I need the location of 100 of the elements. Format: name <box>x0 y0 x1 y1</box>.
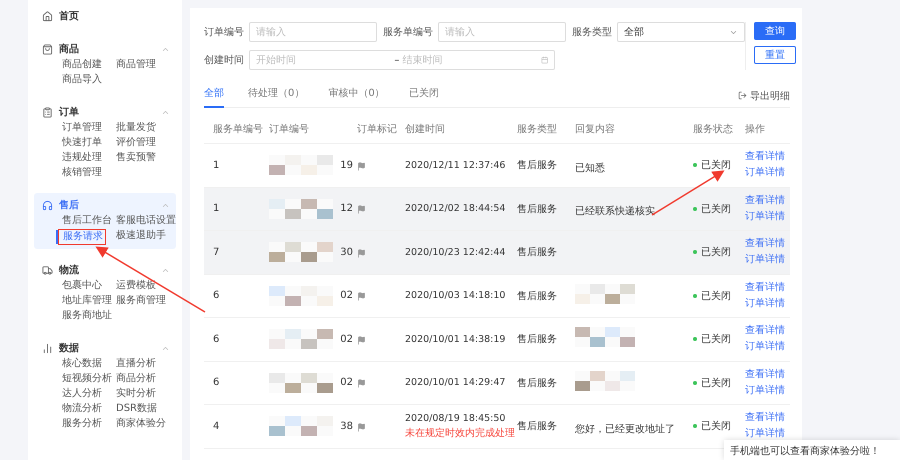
sidebar-group[interactable]: 数据 <box>59 341 155 355</box>
flag-icon[interactable] <box>357 336 366 345</box>
search-button[interactable]: 查询 <box>754 22 796 40</box>
sidebar-item[interactable]: 批量发货 <box>116 121 156 135</box>
sidebar-item[interactable]: 服务请求 <box>56 230 103 244</box>
sidebar-group[interactable]: 商品 <box>59 42 155 56</box>
mosaic-drawing <box>269 286 333 306</box>
action-link[interactable]: 查看详情 <box>745 150 790 164</box>
flag-icon[interactable] <box>357 205 366 214</box>
sidebar-item[interactable]: 直播分析 <box>116 357 156 371</box>
column-header: 订单标记 <box>357 122 398 136</box>
sidebar-item[interactable]: 违规处理 <box>62 151 102 165</box>
field-label: 服务单编号 <box>383 26 433 39</box>
sidebar-item[interactable]: 商品创建 <box>62 58 102 72</box>
sidebar-group[interactable]: 物流 <box>59 263 155 277</box>
warning-text: 未在规定时效内完成处理 <box>405 426 516 440</box>
tab[interactable]: 待处理（0） <box>248 84 304 108</box>
sidebar-item[interactable]: 首页 <box>59 9 170 23</box>
column-header: 服务单编号 <box>213 122 264 136</box>
table-cell: 已知悉 <box>575 162 605 174</box>
sidebar-item[interactable]: 服务分析 <box>62 417 102 431</box>
sidebar-item[interactable]: 商品管理 <box>116 58 156 72</box>
sidebar-item[interactable]: 商品导入 <box>62 73 102 87</box>
action-link[interactable]: 订单详情 <box>745 253 790 268</box>
status-text: 已关闭 <box>701 202 731 216</box>
sidebar-item[interactable]: 物流分析 <box>62 402 102 416</box>
sidebar-item[interactable]: 达人分析 <box>62 387 102 401</box>
sidebar-item[interactable]: DSR数据 <box>116 402 157 416</box>
sidebar-item[interactable]: 地址库管理 <box>62 294 112 308</box>
table-cell-text: 2020/10/23 12:42:44 <box>405 246 506 258</box>
mosaic-drawing <box>575 284 635 304</box>
table-cell: 已经联系快递核实 <box>575 206 655 218</box>
input-field[interactable]: 请输入 <box>249 22 377 42</box>
action-link[interactable]: 查看详情 <box>745 324 790 338</box>
table-cell-text: 4 <box>213 420 220 432</box>
field-label: 创建时间 <box>204 54 244 67</box>
action-link[interactable]: 订单详情 <box>745 427 790 442</box>
mosaic-drawing <box>269 155 333 176</box>
sidebar-item[interactable]: 服务商地址 <box>62 309 112 323</box>
table-cell-text: 2020/10/01 14:29:47 <box>405 377 506 388</box>
action-link[interactable]: 订单详情 <box>745 210 790 224</box>
sidebar-item[interactable]: 服务商管理 <box>116 294 166 308</box>
sidebar-item[interactable]: 评价管理 <box>116 136 156 150</box>
action-link[interactable]: 查看详情 <box>745 368 790 382</box>
sidebar-item[interactable]: 核销管理 <box>62 166 102 180</box>
table-cell-text: 2020/10/01 14:38:19 <box>405 334 506 345</box>
tab[interactable]: 审核中（0） <box>328 84 385 108</box>
action-link[interactable]: 查看详情 <box>745 280 790 295</box>
sidebar-item[interactable]: 短视频分析 <box>62 372 112 386</box>
export-link[interactable]: 导出明细 <box>738 88 790 102</box>
sidebar-item[interactable]: 商品分析 <box>116 372 156 386</box>
mosaic-drawing <box>269 416 333 436</box>
action-link[interactable]: 订单详情 <box>745 340 790 354</box>
flag-icon[interactable] <box>357 379 366 388</box>
toast-message: 手机端也可以查看商家体验分啦！ <box>724 440 900 460</box>
sidebar-item[interactable]: 商家体验分 <box>116 417 166 431</box>
calendar-icon <box>540 56 548 64</box>
action-link[interactable]: 订单详情 <box>745 296 790 311</box>
action-link[interactable]: 查看详情 <box>745 237 790 252</box>
column-header: 服务状态 <box>693 122 734 136</box>
export-icon <box>738 91 747 100</box>
table-cell: 02 <box>340 290 353 302</box>
sidebar-group[interactable]: 订单 <box>59 105 155 119</box>
sidebar-item[interactable]: 订单管理 <box>62 121 102 135</box>
date-range-field[interactable]: 开始时间 – 结束时间 <box>249 50 555 70</box>
sidebar-item[interactable]: 实时分析 <box>116 387 156 401</box>
flag-icon[interactable] <box>357 292 366 302</box>
status-text: 已关闭 <box>701 158 731 172</box>
table-cell-text: 售后服务 <box>517 202 558 216</box>
table-cell: 02 <box>340 334 353 345</box>
action-link[interactable]: 查看详情 <box>745 411 790 426</box>
sidebar-item[interactable]: 售卖预警 <box>116 151 156 165</box>
flag-icon[interactable] <box>357 422 366 432</box>
sidebar-item[interactable]: 包裹中心 <box>62 279 102 293</box>
tab[interactable]: 已关闭 <box>408 84 439 108</box>
action-link[interactable]: 查看详情 <box>745 194 790 208</box>
sidebar-item[interactable]: 售后工作台 <box>62 214 112 228</box>
tab[interactable]: 全部 <box>204 84 224 108</box>
flag-icon[interactable] <box>357 162 366 171</box>
column-header: 操作 <box>745 122 766 136</box>
sidebar-item[interactable]: 客服电话设置 <box>116 214 176 228</box>
action-link[interactable]: 订单详情 <box>745 384 790 398</box>
table-cell: 02 <box>340 377 353 388</box>
table-cell-text: 2020/10/03 14:18:10 <box>405 290 506 302</box>
sidebar-item[interactable]: 快速打单 <box>62 136 102 150</box>
mosaic-drawing <box>575 370 635 391</box>
input-field[interactable]: 请输入 <box>438 22 566 42</box>
select-field[interactable]: 全部 <box>617 22 745 42</box>
action-link[interactable]: 订单详情 <box>745 166 790 180</box>
table-cell-text: 2020/12/02 18:44:54 <box>405 203 506 214</box>
reset-button[interactable]: 重置 <box>754 46 796 64</box>
sidebar-item[interactable]: 运费模板 <box>116 279 156 293</box>
sidebar-group[interactable]: 售后 <box>59 198 155 212</box>
table-cell-text: 售后服务 <box>517 246 558 260</box>
sidebar-item[interactable]: 核心数据 <box>62 357 102 371</box>
sidebar-item[interactable]: 极速退助手 <box>116 229 166 245</box>
column-header: 服务类型 <box>517 122 558 136</box>
table-cell-text: 6 <box>213 377 220 388</box>
table-cell-text: 7 <box>213 246 220 258</box>
flag-icon[interactable] <box>357 248 366 258</box>
